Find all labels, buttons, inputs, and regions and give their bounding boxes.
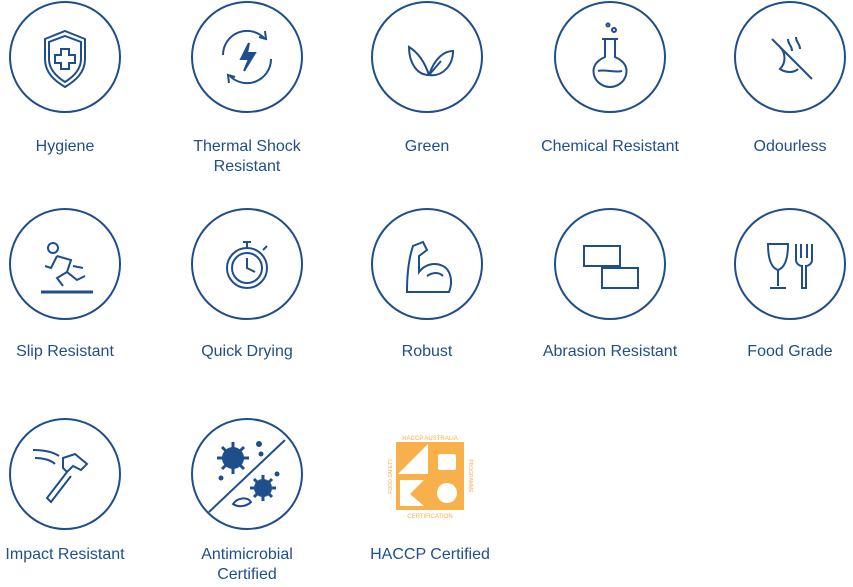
slip-circle <box>9 208 121 320</box>
thermal-shock-label: Thermal Shock Resistant <box>193 138 301 175</box>
flask-icon <box>592 22 628 89</box>
haccp-label: HACCP Certified <box>370 546 490 563</box>
impact-label: Impact Resistant <box>5 546 125 563</box>
haccp-top-text: HACCP AUSTRALIA <box>402 436 458 442</box>
odourless-label: Odourless <box>753 138 827 155</box>
food-grade-circle <box>734 208 846 320</box>
rectangles-icon <box>583 245 639 289</box>
thermal-cycle-icon <box>221 29 273 85</box>
impact-circle <box>9 418 121 530</box>
glass-fork-icon <box>766 243 813 289</box>
flexed-arm-icon <box>405 240 452 293</box>
green-circle <box>371 1 483 113</box>
no-microbes-icon <box>208 439 286 513</box>
odourless-circle <box>734 1 846 113</box>
abrasion-circle <box>554 208 666 320</box>
haccp-left-text: FOOD SAFETY <box>388 458 394 494</box>
no-smell-icon <box>771 36 813 80</box>
hygiene-circle <box>9 1 121 113</box>
haccp-bottom-text: CERTIFICATION <box>407 514 452 520</box>
haccp-right-text: PROGRAMME <box>467 459 473 493</box>
antimicrobial-label: Antimicrobial Certified <box>201 546 293 583</box>
stopwatch-icon <box>226 241 268 289</box>
thermal-shock-circle <box>191 1 303 113</box>
slip-person-icon <box>41 242 93 294</box>
antimicrobial-circle <box>191 418 303 530</box>
hammer-icon <box>32 449 89 504</box>
robust-circle <box>371 208 483 320</box>
slip-label: Slip Resistant <box>16 343 114 360</box>
green-label: Green <box>404 138 450 155</box>
quick-drying-circle <box>191 208 303 320</box>
hygiene-label: Hygiene <box>35 138 95 155</box>
leaf-icon <box>407 45 455 77</box>
shield-cross-icon <box>44 29 86 89</box>
chemical-label: Chemical Resistant <box>541 138 679 155</box>
food-grade-label: Food Grade <box>747 343 833 360</box>
abrasion-label: Abrasion Resistant <box>542 343 678 360</box>
robust-label: Robust <box>401 343 453 360</box>
haccp-logo: HACCP AUSTRALIA CERTIFICATION FOOD SAFET… <box>386 432 474 520</box>
quick-drying-label: Quick Drying <box>201 343 293 360</box>
chemical-circle <box>554 1 666 113</box>
